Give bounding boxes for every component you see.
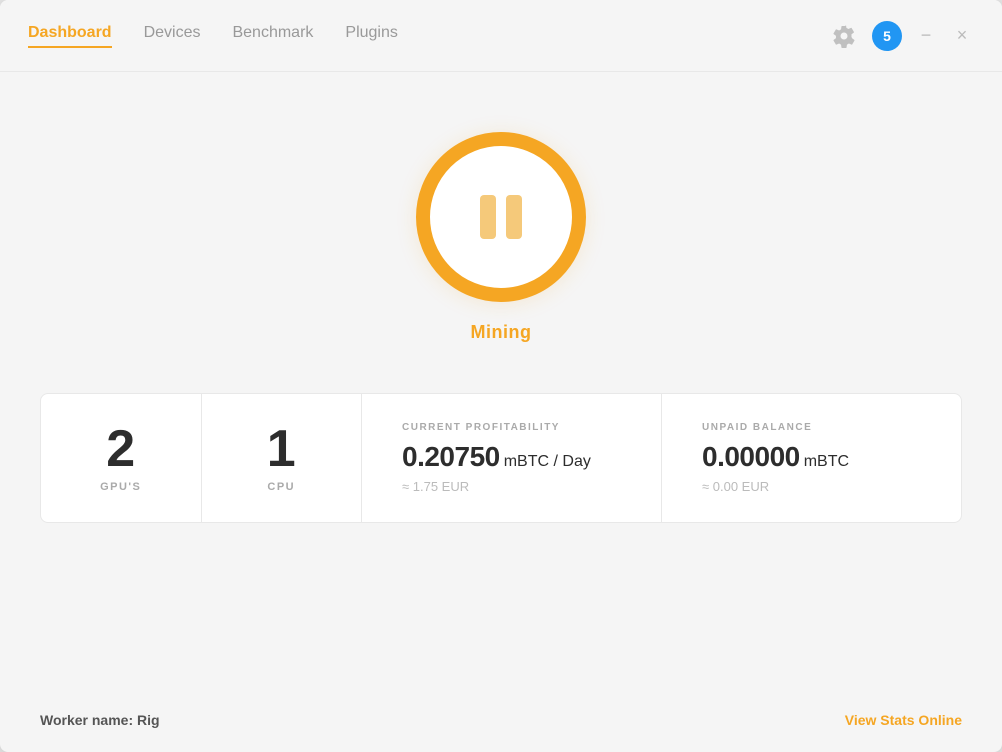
balance-value-row: 0.00000 mBTC: [702, 441, 849, 473]
stats-card: 2 GPU'S 1 CPU CURRENT PROFITABILITY 0.20…: [40, 393, 962, 523]
tab-plugins[interactable]: Plugins: [345, 24, 397, 48]
settings-button[interactable]: [828, 20, 860, 52]
gpu-count: 2: [106, 423, 135, 475]
worker-name-label: Worker name: Rig: [40, 712, 160, 728]
nav-actions: 5 − ×: [828, 20, 974, 52]
footer: Worker name: Rig View Stats Online: [0, 692, 1002, 752]
balance-eur: ≈ 0.00 EUR: [702, 479, 769, 494]
profitability-section: CURRENT PROFITABILITY 0.20750 mBTC / Day…: [362, 394, 662, 522]
worker-name-value: Rig: [137, 712, 160, 728]
worker-prefix: Worker name:: [40, 712, 137, 728]
mining-toggle-button[interactable]: [416, 132, 586, 302]
notification-badge[interactable]: 5: [872, 21, 902, 51]
tab-devices[interactable]: Devices: [144, 24, 201, 48]
app-window: Dashboard Devices Benchmark Plugins 5 − …: [0, 0, 1002, 752]
gpu-label: GPU'S: [100, 481, 141, 493]
pause-bar-left: [480, 195, 496, 239]
cpu-label: CPU: [267, 481, 295, 493]
close-button[interactable]: ×: [950, 24, 974, 48]
profitability-value: 0.20750: [402, 441, 500, 473]
pause-bar-right: [506, 195, 522, 239]
view-stats-button[interactable]: View Stats Online: [845, 712, 962, 728]
profitability-title: CURRENT PROFITABILITY: [402, 422, 560, 433]
mining-status-label: Mining: [471, 322, 532, 343]
nav-bar: Dashboard Devices Benchmark Plugins 5 − …: [0, 0, 1002, 72]
balance-value: 0.00000: [702, 441, 800, 473]
gpu-stat-section: 2 GPU'S: [41, 394, 202, 522]
mining-section: Mining: [416, 132, 586, 343]
tab-benchmark[interactable]: Benchmark: [232, 24, 313, 48]
main-content: Mining 2 GPU'S 1 CPU CURRENT PROFITABILI…: [0, 72, 1002, 692]
balance-title: UNPAID BALANCE: [702, 422, 812, 433]
nav-tabs: Dashboard Devices Benchmark Plugins: [28, 24, 828, 48]
cpu-stat-section: 1 CPU: [202, 394, 363, 522]
profitability-value-row: 0.20750 mBTC / Day: [402, 441, 591, 473]
pause-icon: [480, 195, 522, 239]
minimize-button[interactable]: −: [914, 24, 938, 48]
gear-icon: [832, 24, 856, 48]
profitability-eur: ≈ 1.75 EUR: [402, 479, 469, 494]
balance-section: UNPAID BALANCE 0.00000 mBTC ≈ 0.00 EUR: [662, 394, 961, 522]
profitability-unit: mBTC / Day: [504, 453, 591, 471]
cpu-count: 1: [267, 423, 296, 475]
tab-dashboard[interactable]: Dashboard: [28, 24, 112, 48]
balance-unit: mBTC: [804, 453, 849, 471]
